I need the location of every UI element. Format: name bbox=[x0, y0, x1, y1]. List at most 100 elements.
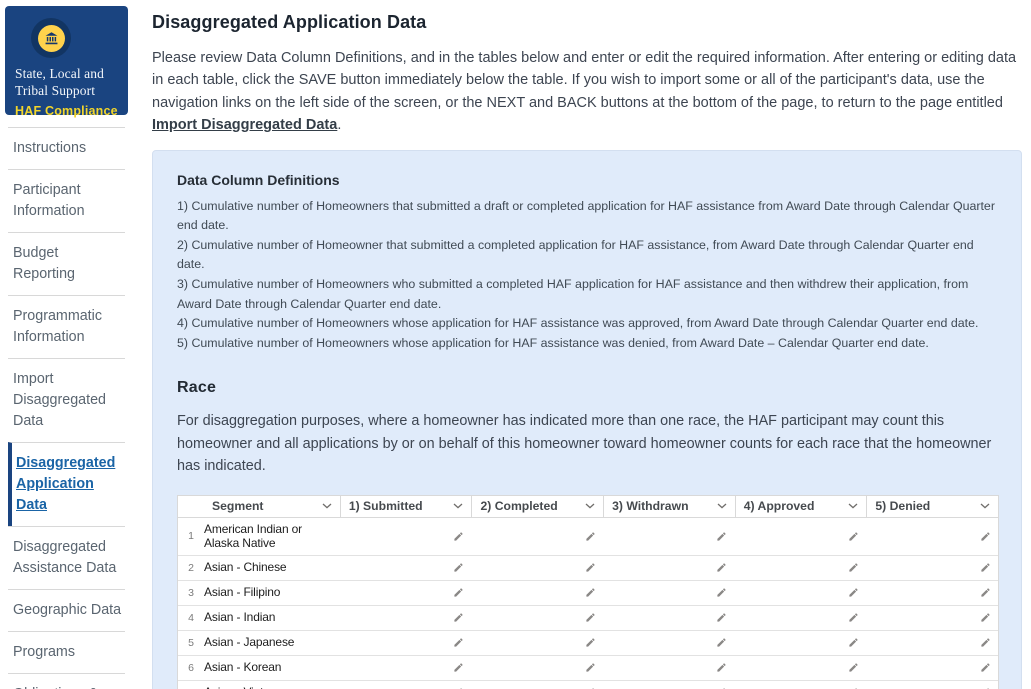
segment-cell: Asian - Filipino bbox=[204, 581, 341, 604]
segment-cell: Asian - Vietnamese bbox=[204, 681, 341, 689]
treasury-building-icon bbox=[38, 25, 65, 52]
value-cell bbox=[868, 531, 1000, 542]
race-section-description: For disaggregation purposes, where a hom… bbox=[177, 410, 997, 477]
table-row: 1American Indian or Alaska Native bbox=[178, 518, 998, 556]
definition-line: 3) Cumulative number of Homeowners who s… bbox=[177, 275, 997, 314]
edit-pencil-icon[interactable] bbox=[716, 531, 727, 542]
edit-pencil-icon[interactable] bbox=[848, 637, 859, 648]
row-number: 2 bbox=[178, 562, 204, 574]
value-cell bbox=[868, 562, 1000, 573]
column-header-segment: Segment bbox=[178, 496, 340, 517]
sidebar-item-instructions[interactable]: Instructions bbox=[8, 127, 125, 169]
value-cell bbox=[605, 531, 737, 542]
value-cell bbox=[473, 612, 605, 623]
column-header-label: 2) Completed bbox=[480, 499, 557, 513]
edit-pencil-icon[interactable] bbox=[716, 637, 727, 648]
edit-pencil-icon[interactable] bbox=[453, 637, 464, 648]
column-header-label: 1) Submitted bbox=[349, 499, 423, 513]
segment-cell: Asian - Korean bbox=[204, 656, 341, 679]
content-panel: Data Column Definitions 1) Cumulative nu… bbox=[152, 150, 1022, 689]
sidebar-item-programmatic-information[interactable]: Programmatic Information bbox=[8, 295, 125, 358]
value-cell bbox=[473, 562, 605, 573]
sidebar-item-geographic-data[interactable]: Geographic Data bbox=[8, 589, 125, 631]
table-header-row: Segment 1) Submitted 2) Completed 3) Withdr… bbox=[178, 496, 998, 518]
value-cell bbox=[868, 587, 1000, 598]
chevron-down-icon[interactable] bbox=[322, 503, 332, 509]
import-disaggregated-data-link[interactable]: Import Disaggregated Data bbox=[152, 117, 337, 133]
edit-pencil-icon[interactable] bbox=[980, 637, 991, 648]
agency-name: State, Local and Tribal Support bbox=[15, 65, 118, 99]
value-cell bbox=[605, 587, 737, 598]
page-title: Disaggregated Application Data bbox=[152, 0, 1022, 33]
edit-pencil-icon[interactable] bbox=[716, 662, 727, 673]
chevron-down-icon[interactable] bbox=[585, 503, 595, 509]
edit-pencil-icon[interactable] bbox=[848, 662, 859, 673]
chevron-down-icon[interactable] bbox=[848, 503, 858, 509]
column-header-label: 4) Approved bbox=[744, 499, 815, 513]
value-cell bbox=[605, 562, 737, 573]
edit-pencil-icon[interactable] bbox=[585, 662, 596, 673]
value-cell bbox=[736, 531, 868, 542]
edit-pencil-icon[interactable] bbox=[848, 587, 859, 598]
edit-pencil-icon[interactable] bbox=[585, 587, 596, 598]
value-cell bbox=[341, 531, 473, 542]
sidebar: State, Local and Tribal Support HAF Comp… bbox=[0, 0, 152, 689]
edit-pencil-icon[interactable] bbox=[453, 662, 464, 673]
edit-pencil-icon[interactable] bbox=[980, 587, 991, 598]
value-cell bbox=[736, 562, 868, 573]
edit-pencil-icon[interactable] bbox=[585, 562, 596, 573]
edit-pencil-icon[interactable] bbox=[453, 612, 464, 623]
sidebar-item-programs[interactable]: Programs bbox=[8, 631, 125, 673]
value-cell bbox=[341, 662, 473, 673]
edit-pencil-icon[interactable] bbox=[716, 587, 727, 598]
sidebar-item-budget-reporting[interactable]: Budget Reporting bbox=[8, 232, 125, 295]
chevron-down-icon[interactable] bbox=[980, 503, 990, 509]
row-number: 6 bbox=[178, 662, 204, 674]
edit-pencil-icon[interactable] bbox=[980, 662, 991, 673]
segment-cell: Asian - Japanese bbox=[204, 631, 341, 654]
sidebar-item-disaggregated-assistance-data[interactable]: Disaggregated Assistance Data bbox=[8, 526, 125, 589]
chevron-down-icon[interactable] bbox=[717, 503, 727, 509]
value-cell bbox=[736, 637, 868, 648]
sidebar-item-disaggregated-application-data[interactable]: Disaggregated Application Data bbox=[8, 442, 125, 526]
edit-pencil-icon[interactable] bbox=[980, 562, 991, 573]
edit-pencil-icon[interactable] bbox=[848, 562, 859, 573]
table-row: 2Asian - Chinese bbox=[178, 556, 998, 581]
segment-cell: Asian - Chinese bbox=[204, 556, 341, 579]
column-header-label: 3) Withdrawn bbox=[612, 499, 688, 513]
definition-line: 4) Cumulative number of Homeowners whose… bbox=[177, 314, 997, 334]
edit-pencil-icon[interactable] bbox=[848, 612, 859, 623]
edit-pencil-icon[interactable] bbox=[453, 531, 464, 542]
segment-cell: Asian - Indian bbox=[204, 606, 341, 629]
value-cell bbox=[605, 612, 737, 623]
sidebar-item-obligations-expenditures-verification[interactable]: Obligations & Expenditures Verification bbox=[8, 673, 125, 689]
value-cell bbox=[605, 637, 737, 648]
treasury-seal-badge bbox=[31, 18, 71, 58]
definition-line: 2) Cumulative number of Homeowner that s… bbox=[177, 236, 997, 275]
value-cell bbox=[868, 662, 1000, 673]
edit-pencil-icon[interactable] bbox=[980, 612, 991, 623]
edit-pencil-icon[interactable] bbox=[716, 562, 727, 573]
edit-pencil-icon[interactable] bbox=[980, 531, 991, 542]
edit-pencil-icon[interactable] bbox=[585, 531, 596, 542]
sidebar-item-import-disaggregated-data[interactable]: Import Disaggregated Data bbox=[8, 358, 125, 442]
column-header-withdrawn: 3) Withdrawn bbox=[603, 496, 735, 517]
edit-pencil-icon[interactable] bbox=[848, 531, 859, 542]
value-cell bbox=[341, 587, 473, 598]
edit-pencil-icon[interactable] bbox=[585, 612, 596, 623]
edit-pencil-icon[interactable] bbox=[716, 612, 727, 623]
race-section-title: Race bbox=[177, 379, 997, 397]
value-cell bbox=[341, 562, 473, 573]
edit-pencil-icon[interactable] bbox=[453, 562, 464, 573]
table-row: 4Asian - Indian bbox=[178, 606, 998, 631]
column-header-submitted: 1) Submitted bbox=[340, 496, 472, 517]
value-cell bbox=[341, 637, 473, 648]
edit-pencil-icon[interactable] bbox=[453, 587, 464, 598]
haf-compliance-page: State, Local and Tribal Support HAF Comp… bbox=[0, 0, 1031, 689]
table-row: 6Asian - Korean bbox=[178, 656, 998, 681]
value-cell bbox=[736, 612, 868, 623]
edit-pencil-icon[interactable] bbox=[585, 637, 596, 648]
chevron-down-icon[interactable] bbox=[453, 503, 463, 509]
sidebar-item-participant-information[interactable]: Participant Information bbox=[8, 169, 125, 232]
treasury-logo-card: State, Local and Tribal Support HAF Comp… bbox=[5, 6, 128, 115]
